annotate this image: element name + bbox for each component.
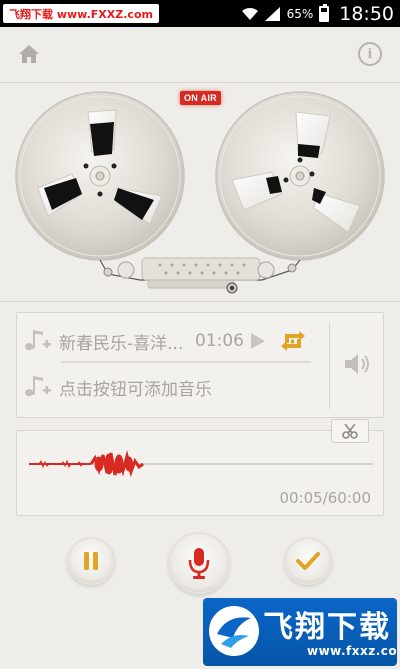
watermark-logo-icon: [209, 606, 259, 656]
track-duration: 01:06: [195, 331, 244, 351]
add-music-hint: 点击按钮可添加音乐: [59, 379, 212, 400]
play-icon[interactable]: [251, 333, 265, 349]
pause-button[interactable]: [67, 537, 115, 585]
on-air-indicator: ON AIR: [180, 91, 221, 105]
volume-icon[interactable]: [343, 351, 371, 377]
add-music-icon[interactable]: [23, 326, 53, 356]
microphone-icon: [188, 548, 210, 579]
scissors-icon: [342, 423, 358, 439]
left-reel: [15, 91, 185, 261]
music-track-row[interactable]: 新春民乐-喜洋... 01:06: [17, 319, 327, 363]
divider: [0, 301, 400, 302]
battery-icon: [319, 3, 330, 22]
signal-icon: [264, 6, 280, 21]
watermark-url: www.fxxz.com: [307, 644, 397, 658]
tape-reels: [0, 84, 400, 300]
add-music-icon[interactable]: [23, 372, 53, 402]
toolbar: i: [0, 27, 400, 83]
recording-time: 00:05/60:00: [279, 489, 371, 507]
status-indicators: 65% 18:50: [241, 0, 394, 27]
watermark-text: 飞翔下载: [263, 610, 391, 645]
wifi-icon: [241, 7, 258, 20]
clock: 18:50: [339, 2, 394, 25]
panel-divider: [329, 323, 330, 409]
info-icon[interactable]: i: [358, 42, 382, 66]
pause-icon: [84, 552, 98, 570]
music-panel: 新春民乐-喜洋... 01:06 点击按钮可添加音乐: [16, 312, 384, 418]
home-icon[interactable]: [15, 40, 43, 68]
watermark-banner: 飞翔下载 www.FXXZ.com: [3, 4, 159, 23]
status-bar: 飞翔下载 www.FXXZ.com 65% 18:50: [0, 0, 400, 27]
confirm-button[interactable]: [284, 537, 332, 585]
add-music-row[interactable]: 点击按钮可添加音乐: [17, 365, 327, 409]
right-reel: [215, 91, 385, 261]
loop-icon[interactable]: [279, 330, 307, 352]
checkmark-icon: [296, 552, 320, 570]
track-divider: [61, 361, 311, 363]
waveform-panel: 00:05/60:00: [16, 430, 384, 516]
battery-percent: 65%: [286, 6, 314, 21]
trim-button[interactable]: [331, 419, 369, 443]
record-button[interactable]: [168, 532, 230, 594]
watermark-logo: 飞翔下载 www.fxxz.com: [203, 598, 397, 666]
track-title: 新春民乐-喜洋...: [59, 333, 184, 354]
tape-head: [99, 257, 301, 294]
